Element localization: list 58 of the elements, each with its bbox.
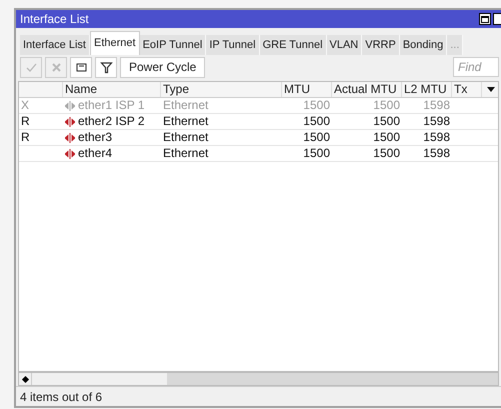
status-text: 4 items out of 6 (20, 388, 102, 406)
table-cell: ether3 (78, 130, 112, 145)
table-cell: Ethernet (163, 130, 208, 144)
column-header[interactable]: Actual MTU (332, 82, 402, 97)
interface-icon (65, 132, 75, 142)
maximize-button[interactable] (479, 13, 491, 25)
cross-icon (50, 60, 62, 74)
dropdown-arrow-icon[interactable] (487, 87, 495, 92)
table-cell: 1500 (373, 114, 400, 128)
table-cell: 1598 (423, 114, 450, 128)
table-cell: 1500 (373, 130, 400, 144)
table-row[interactable]: R ether3 Ethernet 1500 1500 1598 (19, 130, 498, 146)
table-cell: Ethernet (163, 146, 208, 160)
tab[interactable]: EoIP Tunnel (140, 35, 206, 55)
table-cell: Ethernet (163, 98, 208, 112)
table-cell: X (21, 98, 30, 112)
table-cell: ether1 ISP 1 (78, 98, 144, 113)
tab[interactable]: VLAN (326, 35, 362, 55)
scrollbar-thumb[interactable] (31, 373, 167, 385)
tab[interactable]: Bonding (400, 35, 448, 55)
tab[interactable]: IP Tunnel (206, 35, 260, 55)
table-cell: ether2 ISP 2 (78, 114, 144, 129)
table-cell: 1500 (303, 146, 330, 160)
table-cell: R (21, 130, 30, 144)
column-header[interactable]: Tx (452, 82, 482, 97)
tab[interactable]: VRRP (362, 35, 400, 55)
table-cell: 1500 (373, 146, 400, 160)
interface-icon (65, 100, 75, 110)
table-cell: 1500 (303, 130, 330, 144)
table-cell: 1500 (373, 98, 400, 112)
table-cell: 1598 (423, 130, 450, 144)
interface-icon (65, 148, 75, 158)
window-title: Interface List (20, 11, 90, 28)
scroll-left-icon[interactable] (19, 373, 31, 385)
tab[interactable]: Ethernet (90, 31, 140, 55)
column-header[interactable]: Type (161, 82, 282, 97)
power-cycle-button[interactable]: Power Cycle (120, 56, 206, 78)
column-header[interactable]: Name (63, 82, 161, 97)
comment-icon (74, 60, 88, 74)
find-field[interactable]: Find (453, 57, 499, 77)
column-header[interactable]: MTU (282, 82, 332, 97)
filter-icon (100, 60, 112, 74)
table-row[interactable]: R ether2 ISP 2 Ethernet 1500 1500 1598 (19, 114, 498, 130)
table-cell: Ethernet (163, 114, 208, 128)
tab[interactable]: GRE Tunnel (260, 35, 327, 55)
table-cell: R (21, 114, 30, 128)
table-row[interactable]: ether4 Ethernet 1500 1500 1598 (19, 146, 498, 162)
table-cell: 1598 (423, 98, 450, 112)
toolbar-button[interactable] (70, 56, 92, 78)
horizontal-scrollbar[interactable] (18, 372, 499, 386)
table-cell: 1598 (423, 146, 450, 160)
table-cell: 1500 (303, 98, 330, 112)
table-cell: 1500 (303, 114, 330, 128)
interface-icon (65, 116, 75, 126)
column-header[interactable]: L2 MTU (402, 82, 452, 97)
table-cell: ether4 (78, 146, 112, 161)
tab[interactable]: Interface List (20, 35, 90, 55)
toolbar-button[interactable] (95, 56, 117, 78)
